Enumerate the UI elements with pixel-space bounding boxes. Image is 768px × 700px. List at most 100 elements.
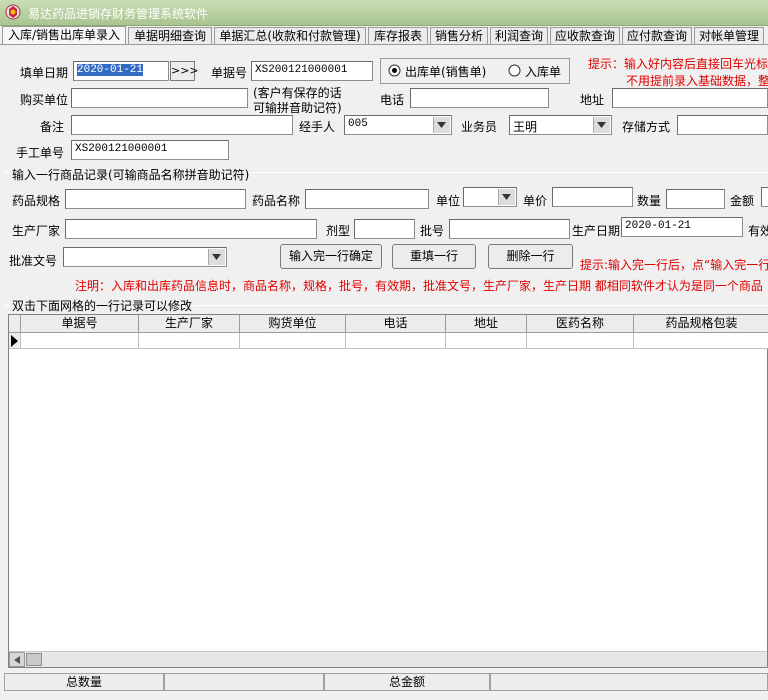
storage-field[interactable] bbox=[677, 115, 768, 135]
chevron-down-icon[interactable] bbox=[208, 249, 225, 265]
item-section-header: 输入一行商品记录(可输商品名称拼音助记符) bbox=[10, 166, 252, 183]
grid-col-medicine-name[interactable]: 医药名称 bbox=[527, 315, 634, 333]
prod-date-field[interactable]: 2020-01-21 bbox=[621, 217, 743, 237]
tab-statement[interactable]: 对帐单管理 bbox=[694, 27, 764, 44]
amount-field[interactable] bbox=[761, 187, 768, 207]
grid-corner bbox=[9, 315, 21, 333]
tab-inbound-outbound[interactable]: 入库/销售出库单录入 bbox=[2, 26, 126, 45]
batch-field[interactable] bbox=[449, 219, 570, 239]
salesman-label: 业务员 bbox=[461, 120, 498, 134]
buyer-field[interactable] bbox=[71, 88, 248, 108]
unit-label: 单位 bbox=[436, 194, 461, 208]
chevron-down-icon[interactable] bbox=[593, 117, 610, 133]
scroll-left-icon[interactable] bbox=[9, 652, 25, 667]
phone-label: 电话 bbox=[380, 93, 405, 107]
radio-inbound-label[interactable]: 入库单 bbox=[525, 63, 561, 80]
grid-col-phone[interactable]: 电话 bbox=[346, 315, 446, 333]
address-label: 地址 bbox=[580, 93, 605, 107]
tab-detail-query[interactable]: 单据明细查询 bbox=[128, 27, 212, 44]
salesman-select[interactable]: 王明 bbox=[509, 115, 612, 135]
refill-row-button[interactable]: 重填一行 bbox=[392, 244, 476, 269]
tab-summary[interactable]: 单据汇总(收款和付款管理) bbox=[214, 27, 366, 44]
storage-label: 存储方式 bbox=[622, 120, 671, 134]
row-indicator[interactable] bbox=[9, 333, 21, 349]
table-cell[interactable] bbox=[240, 333, 346, 349]
amount-label: 金额 bbox=[730, 194, 755, 208]
drug-name-label: 药品名称 bbox=[252, 194, 301, 208]
remark-field[interactable] bbox=[71, 115, 293, 135]
unit-select[interactable] bbox=[463, 187, 517, 207]
qty-field[interactable] bbox=[666, 189, 725, 209]
tab-stock-report[interactable]: 库存报表 bbox=[368, 27, 428, 44]
tab-receivable[interactable]: 应收款查询 bbox=[550, 27, 620, 44]
total-qty-value bbox=[164, 673, 324, 691]
phone-field[interactable] bbox=[410, 88, 549, 108]
table-cell[interactable] bbox=[446, 333, 527, 349]
spec-field[interactable] bbox=[65, 189, 246, 209]
tab-divider bbox=[0, 44, 768, 45]
scroll-thumb[interactable] bbox=[26, 653, 42, 666]
doc-no-field[interactable]: XS200121000001 bbox=[251, 61, 373, 81]
grid-col-doc-no[interactable]: 单据号 bbox=[21, 315, 139, 333]
maker-label: 生产厂家 bbox=[12, 224, 61, 238]
item-note: 注明：入库和出库药品信息时，商品名称，规格，批号，有效期，批准文号，生产厂家，生… bbox=[75, 279, 763, 293]
radio-checked-icon[interactable] bbox=[388, 64, 401, 77]
delete-row-button[interactable]: 删除一行 bbox=[488, 244, 573, 269]
batch-label: 批号 bbox=[420, 224, 445, 238]
price-field[interactable] bbox=[552, 187, 633, 207]
grid-col-address[interactable]: 地址 bbox=[446, 315, 527, 333]
grid-col-spec-package[interactable]: 药品规格包装 bbox=[634, 315, 768, 333]
spec-label: 药品规格 bbox=[12, 194, 61, 208]
window-title: 易达药品进销存财务管理系统软件 bbox=[28, 7, 209, 21]
dosage-form-field[interactable] bbox=[354, 219, 415, 239]
fill-date-label: 填单日期 bbox=[20, 66, 69, 80]
tab-profit-query[interactable]: 利润查询 bbox=[490, 27, 548, 44]
row-pointer-icon bbox=[11, 335, 18, 347]
dosage-form-label: 剂型 bbox=[326, 224, 351, 238]
table-cell[interactable] bbox=[139, 333, 240, 349]
table-cell[interactable] bbox=[527, 333, 634, 349]
total-amount-label: 总金额 bbox=[324, 673, 490, 691]
item-tip: 提示:输入完一行后，点“输入完一行 bbox=[580, 258, 768, 272]
fill-date-value: 2020-01-21 bbox=[77, 64, 144, 76]
qty-label: 数量 bbox=[637, 194, 662, 208]
manual-no-field[interactable]: XS200121000001 bbox=[71, 140, 229, 160]
tab-payable[interactable]: 应付款查询 bbox=[622, 27, 692, 44]
manual-no-label: 手工单号 bbox=[16, 146, 65, 160]
handler-value: 005 bbox=[348, 118, 368, 130]
grid-col-maker[interactable]: 生产厂家 bbox=[139, 315, 240, 333]
maker-field[interactable] bbox=[65, 219, 317, 239]
prod-date-label: 生产日期 bbox=[572, 224, 621, 238]
approval-select[interactable] bbox=[63, 247, 227, 267]
table-cell[interactable] bbox=[634, 333, 768, 349]
app-logo-icon bbox=[5, 4, 21, 20]
handler-label: 经手人 bbox=[299, 120, 336, 134]
grid-col-buyer[interactable]: 购货单位 bbox=[240, 315, 346, 333]
buyer-label: 购买单位 bbox=[20, 93, 69, 107]
table-cell[interactable] bbox=[21, 333, 139, 349]
chevron-down-icon[interactable] bbox=[498, 189, 515, 205]
price-label: 单价 bbox=[523, 194, 548, 208]
salesman-value: 王明 bbox=[513, 120, 538, 134]
tip-line-1: 提示：输入好内容后直接回车光标 bbox=[588, 57, 768, 71]
horizontal-scrollbar[interactable] bbox=[9, 651, 767, 667]
tip-line-2: 不用提前录入基础数据，整 bbox=[626, 74, 768, 88]
confirm-row-button[interactable]: 输入完一行确定 bbox=[280, 244, 382, 269]
radio-outbound-label[interactable]: 出库单(销售单) bbox=[405, 63, 486, 80]
remark-label: 备注 bbox=[40, 120, 65, 134]
fill-date-field[interactable]: 2020-01-21 bbox=[73, 61, 169, 81]
address-field[interactable] bbox=[612, 88, 768, 108]
date-picker-button[interactable]: >>> bbox=[170, 61, 199, 81]
approval-label: 批准文号 bbox=[9, 254, 58, 268]
table-cell[interactable] bbox=[346, 333, 446, 349]
records-grid[interactable]: 单据号 生产厂家 购货单位 电话 地址 医药名称 药品规格包装 bbox=[8, 314, 768, 668]
drug-name-field[interactable] bbox=[305, 189, 429, 209]
chevron-down-icon[interactable] bbox=[433, 117, 450, 133]
handler-select[interactable]: 005 bbox=[344, 115, 452, 135]
expiry-label: 有效 bbox=[748, 224, 768, 238]
grid-section-header: 双击下面网格的一行记录可以修改 bbox=[10, 297, 195, 314]
buyer-hint-2: 可输拼音助记符) bbox=[253, 101, 342, 115]
total-qty-label: 总数量 bbox=[4, 673, 164, 691]
radio-unchecked-icon[interactable] bbox=[508, 64, 521, 77]
tab-sales-analysis[interactable]: 销售分析 bbox=[430, 27, 488, 44]
